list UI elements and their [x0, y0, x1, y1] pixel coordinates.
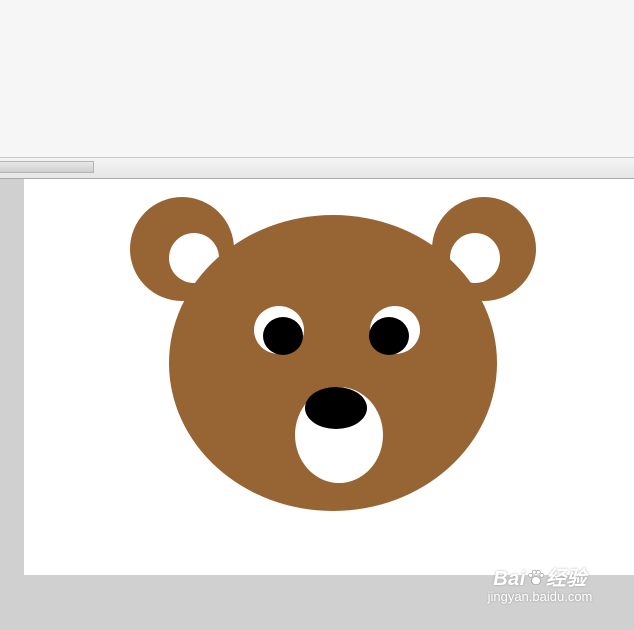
bear-right-pupil [369, 317, 409, 355]
watermark-logo: Bai 经验 [480, 562, 600, 591]
paw-icon [528, 569, 544, 586]
watermark-logo-right: 经验 [545, 568, 587, 590]
top-panel [0, 0, 634, 157]
horizontal-scrollbar[interactable] [0, 157, 634, 179]
bear-left-pupil [263, 317, 303, 355]
left-gutter [0, 179, 24, 575]
bear-nose [305, 387, 367, 429]
watermark-logo-left: Bai [493, 568, 526, 590]
baidu-watermark: Bai 经验 jingyan.baidu.com [480, 562, 600, 604]
drawing-canvas[interactable] [24, 179, 634, 575]
watermark-url: jingyan.baidu.com [487, 589, 593, 604]
bear-face-drawing [130, 197, 536, 511]
horizontal-scrollbar-thumb[interactable] [0, 161, 94, 173]
